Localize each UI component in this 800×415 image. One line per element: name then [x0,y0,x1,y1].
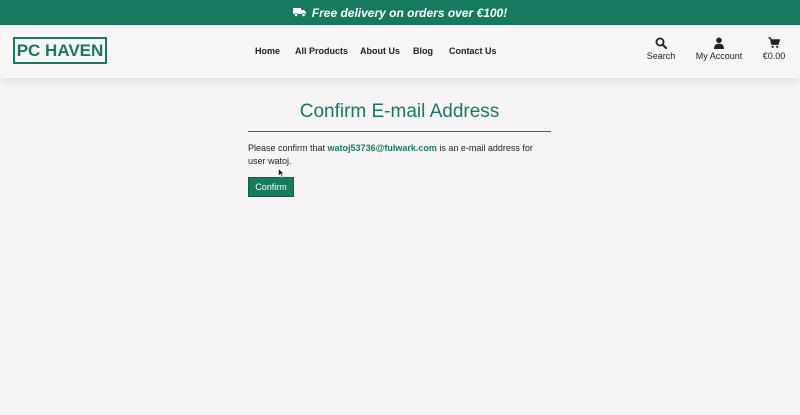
search-label: Search [646,51,676,61]
title-divider [248,131,551,132]
nav-contact-us[interactable]: Contact Us [449,46,497,56]
site-logo[interactable]: PC HAVEN [13,37,107,64]
cart-total: €0.00 [762,51,786,61]
email-address: watoj53736@fulwark.com [327,143,437,153]
nav-blog[interactable]: Blog [413,46,433,56]
site-header: PC HAVEN Home All Products About Us Blog… [0,25,800,78]
nav-about-us[interactable]: About Us [360,46,400,56]
truck-icon [292,6,307,20]
confirmation-message: Please confirm that watoj53736@fulwark.c… [248,142,551,168]
nav-home[interactable]: Home [255,46,280,56]
cart-icon [768,37,780,51]
message-prefix: Please confirm that [248,143,328,153]
mouse-pointer-icon [278,165,285,183]
user-icon [713,37,725,51]
banner-text: Free delivery on orders over €100! [311,5,508,20]
account-label: My Account [695,51,743,61]
cart-button[interactable]: €0.00 [761,37,787,61]
search-icon [655,37,667,51]
search-button[interactable]: Search [644,37,678,61]
my-account-button[interactable]: My Account [693,37,745,61]
page-title: Confirm E-mail Address [299,101,500,122]
nav-all-products[interactable]: All Products [295,46,348,56]
delivery-banner: Free delivery on orders over €100! [0,0,800,25]
confirm-button[interactable]: Confirm [248,177,294,197]
